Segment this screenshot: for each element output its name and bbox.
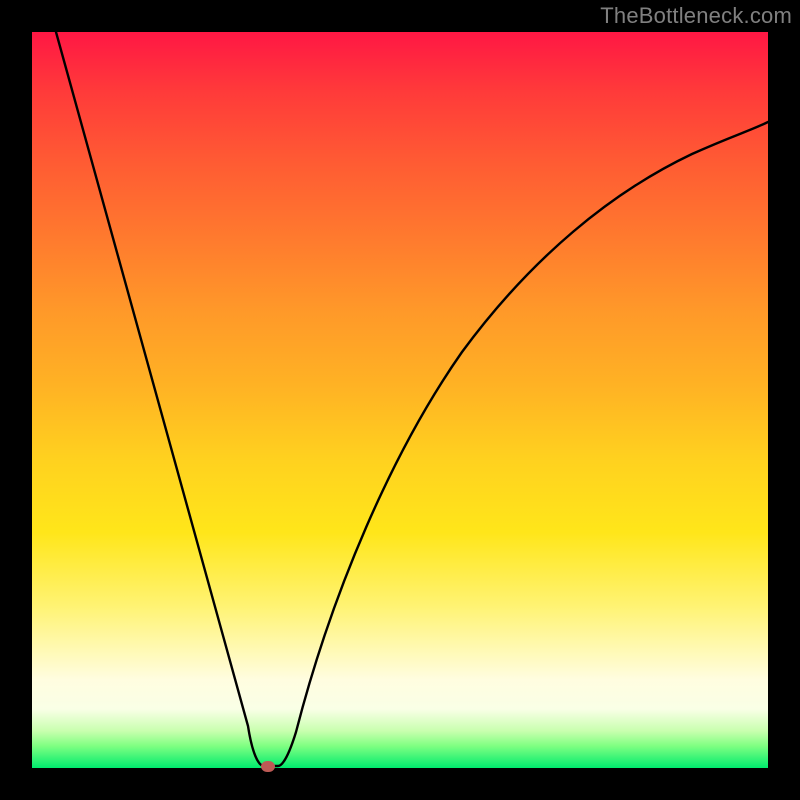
optimal-marker	[261, 761, 275, 772]
curve-path	[56, 32, 768, 766]
watermark-text: TheBottleneck.com	[600, 3, 792, 29]
chart-frame: TheBottleneck.com	[0, 0, 800, 800]
plot-area	[32, 32, 768, 768]
bottleneck-curve	[32, 32, 768, 768]
